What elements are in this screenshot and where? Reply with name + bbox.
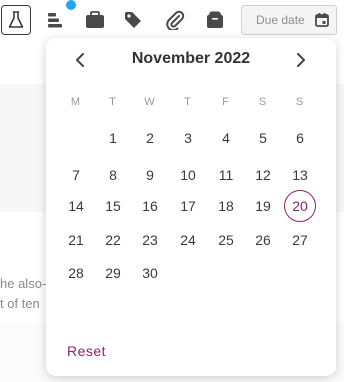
day-cell[interactable]: 13: [284, 159, 316, 191]
day-cell[interactable]: 15: [97, 190, 129, 222]
day-cell[interactable]: 9: [134, 159, 166, 191]
weekday-label: T: [109, 96, 117, 108]
due-date-field[interactable]: Due date: [241, 5, 337, 35]
day-cell[interactable]: 7: [60, 159, 92, 191]
day-cell[interactable]: 16: [134, 190, 166, 222]
tag-button[interactable]: [118, 5, 148, 35]
due-date-placeholder: Due date: [256, 13, 305, 27]
day-cell[interactable]: 5: [247, 122, 279, 154]
day-cell-today[interactable]: 20: [284, 190, 316, 222]
experiment-button[interactable]: [1, 5, 31, 35]
day-cell[interactable]: 27: [284, 224, 316, 256]
day-cell[interactable]: 11: [210, 159, 242, 191]
reset-button[interactable]: Reset: [67, 343, 106, 359]
weekday-label: M: [70, 96, 82, 108]
flask-icon: [8, 11, 24, 28]
day-cell[interactable]: 28: [60, 257, 92, 289]
paperclip-icon: [166, 10, 185, 30]
box-button[interactable]: [200, 5, 230, 35]
box-icon: [207, 11, 223, 28]
day-cell[interactable]: 25: [210, 224, 242, 256]
day-cell[interactable]: 17: [172, 190, 204, 222]
day-cell[interactable]: 19: [247, 190, 279, 222]
stack-icon: [48, 13, 62, 28]
weekday-label: S: [295, 96, 305, 108]
weekday-label: T: [184, 96, 192, 108]
chevron-right-icon: [297, 53, 305, 67]
day-cell[interactable]: 30: [134, 257, 166, 289]
weekday-label: S: [258, 96, 268, 108]
day-cell[interactable]: 21: [60, 224, 92, 256]
date-picker-popup: November 2022 MTWTFSS 1 2 3 4 5 6 7 8 9 10 11 12 13 1…: [46, 38, 336, 376]
tag-icon: [125, 12, 141, 28]
day-cell[interactable]: 6: [284, 122, 316, 154]
briefcase-icon: [86, 11, 104, 28]
attachment-button[interactable]: [160, 5, 190, 35]
background-text-line: he also-: [0, 276, 47, 291]
day-cell[interactable]: 8: [97, 159, 129, 191]
day-cell[interactable]: 14: [60, 190, 92, 222]
stack-button[interactable]: [40, 5, 70, 35]
day-cell[interactable]: 29: [97, 257, 129, 289]
day-cell[interactable]: 24: [172, 224, 204, 256]
day-cell[interactable]: 22: [97, 224, 129, 256]
notification-dot: [66, 0, 76, 10]
day-cell[interactable]: 4: [210, 122, 242, 154]
day-cell[interactable]: 12: [247, 159, 279, 191]
background-text-line: t of ten: [0, 296, 40, 311]
day-cell[interactable]: 1: [97, 122, 129, 154]
next-month-button[interactable]: [291, 50, 311, 70]
day-cell[interactable]: 18: [210, 190, 242, 222]
day-cell[interactable]: 2: [134, 122, 166, 154]
day-cell[interactable]: 26: [247, 224, 279, 256]
weekday-label: F: [222, 96, 230, 108]
calendar-icon: [314, 12, 330, 31]
briefcase-button[interactable]: [80, 5, 110, 35]
weekday-label: W: [144, 96, 156, 108]
day-cell[interactable]: 10: [172, 159, 204, 191]
day-cell[interactable]: 3: [172, 122, 204, 154]
day-cell[interactable]: 23: [134, 224, 166, 256]
